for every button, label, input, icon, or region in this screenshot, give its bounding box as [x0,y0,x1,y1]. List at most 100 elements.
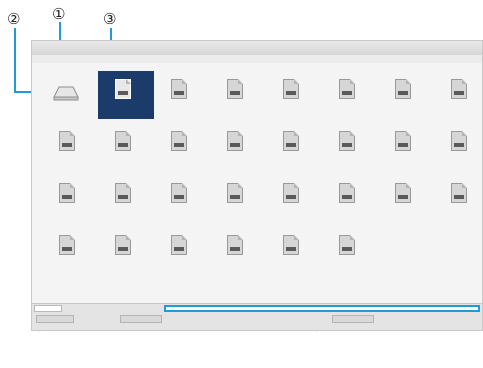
file-name [432,159,483,165]
document-icon [451,183,467,203]
file-name [208,159,266,165]
callout-3: ③ [103,10,117,28]
document-icon [171,183,187,203]
document-icon [283,79,299,99]
file-name [264,263,322,269]
document-icon [227,235,243,255]
document-icon [171,235,187,255]
file-name [96,211,154,217]
file-name [432,107,483,113]
document-icon [283,183,299,203]
drive-icon [53,85,79,101]
file-item[interactable] [40,229,98,289]
document-icon [115,235,131,255]
location-tab[interactable] [34,305,62,312]
file-name [376,211,434,217]
file-item[interactable] [320,73,378,133]
file-name [320,159,378,165]
file-name [264,159,322,165]
bottom-controls [32,315,482,327]
document-icon [59,131,75,151]
document-icon [115,183,131,203]
file-item[interactable] [208,177,266,237]
document-icon [339,235,355,255]
document-icon [59,183,75,203]
file-item[interactable] [264,73,322,133]
file-item[interactable] [320,177,378,237]
file-name [376,107,434,113]
file-grid [32,63,482,304]
document-icon [339,131,355,151]
leader-line-2-vertical [14,28,16,92]
file-name [320,107,378,113]
file-name [40,159,98,165]
document-icon [171,131,187,151]
file-name [376,159,434,165]
file-item[interactable] [264,229,322,289]
file-item[interactable] [96,229,154,289]
file-name [208,263,266,269]
file-name [208,107,266,113]
document-icon [339,79,355,99]
file-item[interactable] [376,125,434,185]
file-item[interactable] [208,229,266,289]
file-item[interactable] [152,125,210,185]
path-bar[interactable] [164,305,480,312]
file-browser-window [31,40,483,331]
document-icon [59,235,75,255]
file-item[interactable] [96,177,154,237]
document-icon [395,131,411,151]
file-name [432,211,483,217]
bottom-control-right[interactable] [332,315,374,323]
document-icon [395,79,411,99]
file-item[interactable] [152,229,210,289]
document-icon [339,183,355,203]
file-item[interactable] [96,125,154,185]
file-name [40,107,98,113]
file-name [208,211,266,217]
bottom-control-2[interactable] [120,315,162,323]
file-name [264,211,322,217]
file-item[interactable] [152,177,210,237]
file-item[interactable] [432,177,483,237]
document-icon [227,79,243,99]
file-item[interactable] [40,177,98,237]
document-icon [115,131,131,151]
title-bar[interactable] [32,41,482,56]
file-name [96,111,154,117]
file-name [96,263,154,269]
file-item[interactable] [264,177,322,237]
file-name [152,107,210,113]
callout-1: ① [52,5,66,23]
file-name [152,211,210,217]
file-name [320,211,378,217]
file-name [264,107,322,113]
file-item[interactable] [320,229,378,289]
status-bar [32,303,482,330]
document-icon [395,183,411,203]
menu-bar [32,55,482,63]
file-item[interactable] [432,73,483,133]
file-item[interactable] [264,125,322,185]
document-icon [451,131,467,151]
file-name [40,211,98,217]
bottom-control-1[interactable] [36,315,74,323]
document-icon [115,79,131,99]
file-item[interactable] [208,73,266,133]
file-item[interactable] [376,177,434,237]
file-item[interactable] [152,73,210,133]
file-item-selected[interactable] [96,71,154,133]
document-icon [283,235,299,255]
file-item[interactable] [208,125,266,185]
file-item[interactable] [40,73,98,133]
file-name [152,159,210,165]
file-name [40,263,98,269]
file-item[interactable] [376,73,434,133]
file-name [320,263,378,269]
file-item[interactable] [320,125,378,185]
callout-2: ② [7,10,21,28]
document-icon [171,79,187,99]
document-icon [451,79,467,99]
file-item[interactable] [40,125,98,185]
file-item[interactable] [432,125,483,185]
